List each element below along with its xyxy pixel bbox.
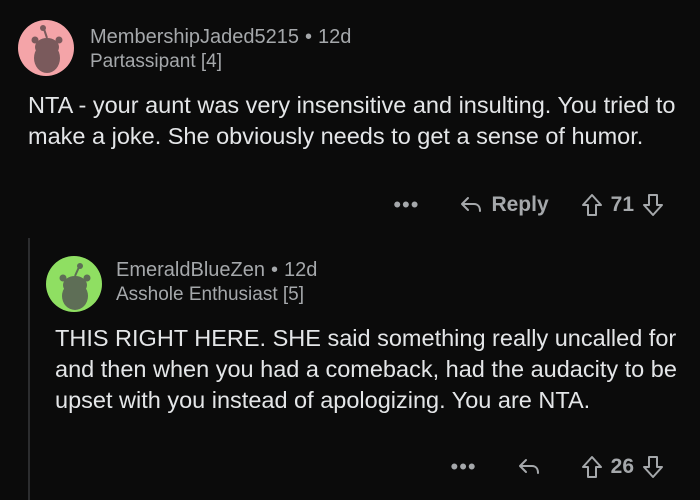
vote-controls: 71 (581, 193, 664, 217)
comment-meta: EmeraldBlueZen • 12d Asshole Enthusiast [5… (116, 257, 317, 307)
snoo-avatar-icon (46, 256, 102, 312)
downvote-icon[interactable] (642, 193, 664, 217)
upvote-icon[interactable] (581, 193, 603, 217)
more-options-button[interactable]: ••• (451, 454, 477, 480)
username[interactable]: MembershipJaded5215 (90, 26, 299, 48)
reply-icon (461, 197, 482, 212)
comment-body: NTA - your aunt was very insensitive and… (28, 92, 676, 149)
comment-meta: MembershipJaded5215 • 12d Partassipant [4] (90, 24, 351, 74)
vote-count: 26 (610, 455, 634, 478)
separator-dot: • (270, 259, 278, 281)
comment-actions: ••• 26 (451, 452, 664, 482)
username[interactable]: EmeraldBlueZen (116, 259, 265, 281)
separator-dot: • (305, 26, 313, 48)
comment-1: MembershipJaded5215 • 12d Partassipant [4]… (0, 0, 700, 240)
more-options-button[interactable]: ••• (393, 192, 419, 218)
vote-count: 71 (610, 193, 634, 216)
avatar[interactable] (18, 20, 74, 76)
upvote-icon[interactable] (581, 455, 603, 479)
reply-icon (518, 459, 539, 474)
user-flair: Asshole Enthusiast [5] (116, 284, 304, 305)
comment-age: 12d (283, 259, 318, 281)
downvote-icon[interactable] (642, 455, 664, 479)
comment-body: THIS RIGHT HERE. SHE said something real… (55, 325, 677, 413)
avatar[interactable] (46, 256, 102, 312)
comment-actions: ••• Reply 71 (393, 190, 664, 220)
comment-age: 12d (318, 26, 352, 48)
user-flair: Partassipant [4] (90, 51, 223, 72)
reply-label: Reply (491, 193, 549, 216)
reply-button[interactable] (517, 457, 549, 477)
snoo-avatar-icon (18, 20, 74, 76)
reply-button[interactable]: Reply (459, 193, 549, 217)
vote-controls: 26 (581, 455, 664, 479)
